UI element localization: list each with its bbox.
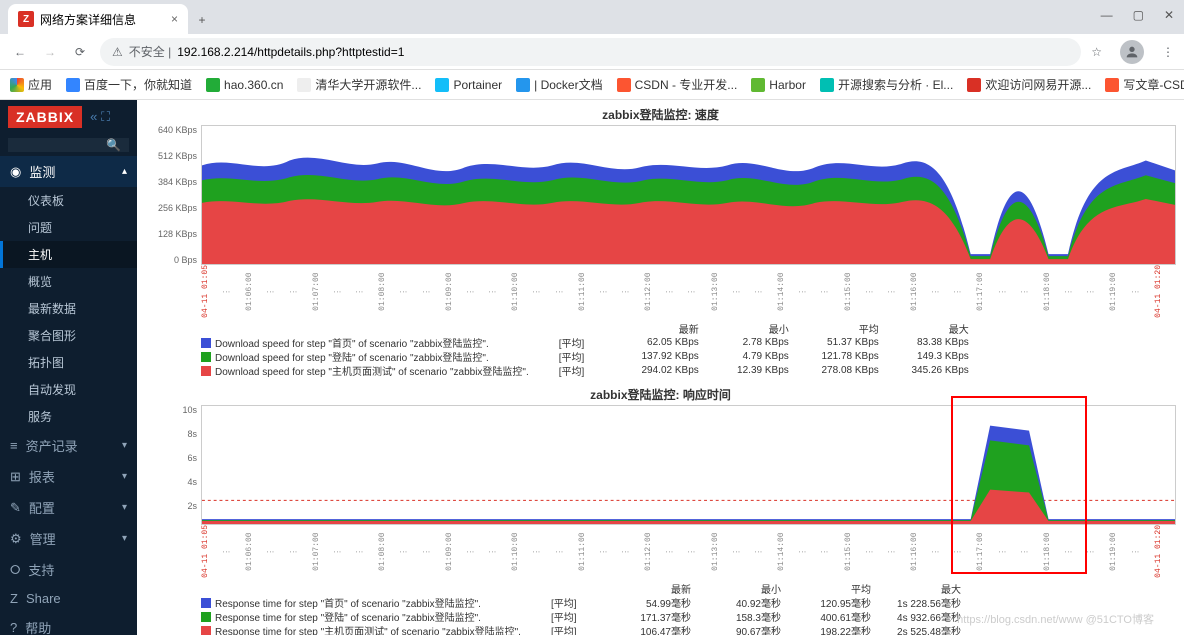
- nav-item[interactable]: 服务: [0, 403, 137, 430]
- legend-header: 最小: [699, 322, 789, 336]
- chart-speed: zabbix登陆监控: 速度 640 KBps512 KBps384 KBps2…: [145, 104, 1176, 378]
- url-prefix: 不安全 |: [129, 43, 171, 60]
- legend-header: 最小: [691, 582, 781, 596]
- search-icon: 🔍: [106, 138, 121, 152]
- section-icon: ◉: [10, 164, 21, 180]
- footer-icon: Z: [10, 591, 18, 606]
- browser-tabbar: Z 网络方案详细信息 × + — ▢ ✕: [0, 0, 1184, 34]
- nav-item[interactable]: 聚合图形: [0, 322, 137, 349]
- tab-title: 网络方案详细信息: [40, 11, 136, 28]
- nav-section[interactable]: ⚙管理▾: [0, 523, 137, 554]
- back-icon[interactable]: ←: [10, 45, 30, 59]
- nav-footer-item[interactable]: ⭘支持: [0, 554, 137, 585]
- sidebar-search[interactable]: 🔍: [8, 138, 129, 152]
- bookmark-item[interactable]: 写文章-CSDN博客: [1105, 76, 1184, 93]
- legend-header: 最新: [601, 582, 691, 596]
- nav-item[interactable]: 拓扑图: [0, 349, 137, 376]
- minimize-icon[interactable]: —: [1101, 8, 1113, 22]
- collapse-icon[interactable]: « ⛶: [90, 109, 110, 125]
- nav-item[interactable]: 概览: [0, 268, 137, 295]
- legend-swatch: [201, 626, 211, 635]
- legend-header: 最大: [871, 582, 961, 596]
- bookmark-item[interactable]: | Docker文档: [516, 76, 602, 93]
- nav-item[interactable]: 问题: [0, 214, 137, 241]
- nav-item[interactable]: 仪表板: [0, 187, 137, 214]
- bookmark-item[interactable]: 欢迎访问网易开源...: [967, 76, 1091, 93]
- chevron-icon: ▾: [122, 471, 127, 482]
- main-content: zabbix登陆监控: 速度 640 KBps512 KBps384 KBps2…: [137, 100, 1184, 635]
- insecure-icon: ⚠: [112, 45, 123, 59]
- browser-toolbar: ← → ⟳ ⚠ 不安全 | 192.168.2.214/httpdetails.…: [0, 34, 1184, 70]
- legend-swatch: [201, 352, 211, 362]
- chevron-icon: ▾: [122, 440, 127, 451]
- bookmark-item[interactable]: CSDN - 专业开发...: [617, 76, 738, 93]
- legend-row: Download speed for step "首页" of scenario…: [201, 336, 529, 350]
- legend-row: Response time for step "首页" of scenario …: [201, 596, 521, 610]
- bookmark-item[interactable]: 清华大学开源软件...: [297, 76, 421, 93]
- chart-response: zabbix登陆监控: 响应时间 10s8s6s4s2s 04-11 01:05…: [145, 384, 1176, 635]
- sidebar: ZABBIX « ⛶ 🔍 ◉监测▴仪表板问题主机概览最新数据聚合图形拓扑图自动发…: [0, 100, 137, 635]
- new-tab-button[interactable]: +: [188, 6, 216, 34]
- nav-item[interactable]: 主机: [0, 241, 137, 268]
- chart-title: zabbix登陆监控: 响应时间: [145, 384, 1176, 405]
- zabbix-favicon: Z: [18, 11, 34, 27]
- footer-icon: ⭘: [10, 562, 20, 578]
- legend-swatch: [201, 598, 211, 608]
- watermark: https://blog.csdn.net/www @51CTO博客: [957, 611, 1154, 627]
- legend-header: 最新: [609, 322, 699, 336]
- legend-swatch: [201, 338, 211, 348]
- chevron-icon: ▴: [122, 166, 127, 177]
- nav-section[interactable]: ◉监测▴: [0, 156, 137, 187]
- nav-footer-item[interactable]: ZShare: [0, 585, 137, 612]
- bookmarks-bar: 应用 百度一下，你就知道 hao.360.cn 清华大学开源软件... Portain…: [0, 70, 1184, 100]
- apps-button[interactable]: 应用: [10, 76, 52, 93]
- footer-icon: ?: [10, 620, 17, 635]
- section-icon: ⚙: [10, 531, 22, 547]
- close-icon[interactable]: ×: [171, 12, 178, 26]
- nav-item[interactable]: 自动发现: [0, 376, 137, 403]
- url-text: 192.168.2.214/httpdetails.php?httptestid…: [177, 45, 404, 59]
- bookmark-item[interactable]: 开源搜索与分析 · El...: [820, 76, 953, 93]
- nav-section[interactable]: ⊞报表▾: [0, 461, 137, 492]
- bookmark-item[interactable]: 百度一下，你就知道: [66, 76, 192, 93]
- profile-icon[interactable]: [1120, 40, 1144, 64]
- menu-icon[interactable]: ⋮: [1162, 45, 1174, 59]
- section-icon: ⊞: [10, 469, 21, 485]
- bookmark-item[interactable]: Harbor: [751, 76, 806, 93]
- section-icon: ✎: [10, 500, 21, 516]
- zabbix-logo[interactable]: ZABBIX: [8, 106, 82, 128]
- legend-header: 最大: [879, 322, 969, 336]
- bookmark-item[interactable]: Portainer: [435, 76, 502, 93]
- forward-icon[interactable]: →: [40, 45, 60, 59]
- legend-row: Response time for step "登陆" of scenario …: [201, 610, 521, 624]
- legend-row: Download speed for step "登陆" of scenario…: [201, 350, 529, 364]
- nav-item[interactable]: 最新数据: [0, 295, 137, 322]
- browser-tab[interactable]: Z 网络方案详细信息 ×: [8, 4, 188, 34]
- nav-section[interactable]: ≡资产记录▾: [0, 430, 137, 461]
- chevron-icon: ▾: [122, 533, 127, 544]
- legend-header: 平均: [781, 582, 871, 596]
- reload-icon[interactable]: ⟳: [70, 45, 90, 59]
- section-icon: ≡: [10, 438, 18, 453]
- bookmark-item[interactable]: hao.360.cn: [206, 76, 283, 93]
- nav-section[interactable]: ✎配置▾: [0, 492, 137, 523]
- legend-swatch: [201, 366, 211, 376]
- chevron-icon: ▾: [122, 502, 127, 513]
- nav-footer-item[interactable]: ?帮助: [0, 612, 137, 635]
- address-bar[interactable]: ⚠ 不安全 | 192.168.2.214/httpdetails.php?ht…: [100, 38, 1081, 66]
- maximize-icon[interactable]: ▢: [1133, 8, 1144, 22]
- legend-header: 平均: [789, 322, 879, 336]
- chart-plot[interactable]: [201, 405, 1176, 525]
- legend-row: Response time for step "主机页面测试" of scena…: [201, 624, 521, 635]
- star-icon[interactable]: ☆: [1091, 45, 1102, 59]
- window-close-icon[interactable]: ✕: [1164, 8, 1174, 22]
- chart-plot[interactable]: [201, 125, 1176, 265]
- legend-row: Download speed for step "主机页面测试" of scen…: [201, 364, 529, 378]
- chart-title: zabbix登陆监控: 速度: [145, 104, 1176, 125]
- legend-swatch: [201, 612, 211, 622]
